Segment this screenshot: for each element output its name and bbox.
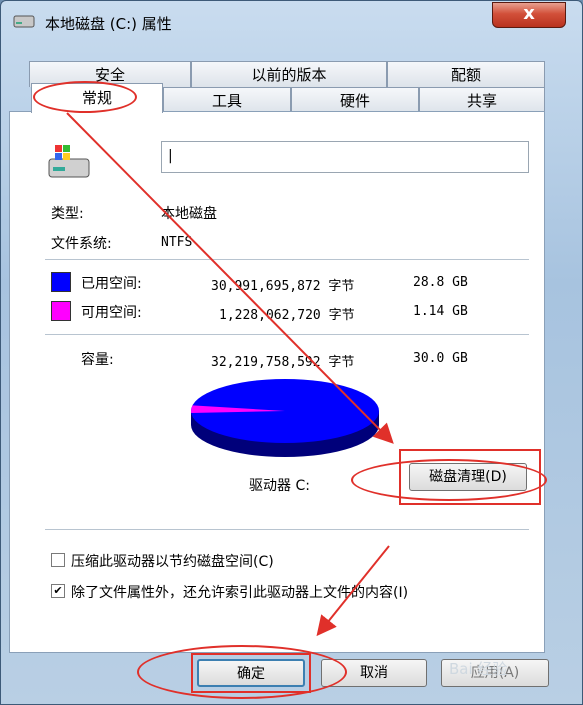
capacity-gb: 30.0 GB <box>413 351 468 366</box>
text-cursor: | <box>168 148 173 164</box>
tab-tools[interactable]: 工具 <box>163 87 291 113</box>
free-space-bytes: 1,228,062,720 字节 <box>219 308 355 323</box>
separator <box>45 259 529 260</box>
tab-label: 共享 <box>466 92 497 110</box>
tab-hardware[interactable]: 硬件 <box>291 87 419 113</box>
annotation-rect-cleanup <box>399 449 541 505</box>
filesystem-label: 文件系统: <box>51 236 112 252</box>
tab-quota[interactable]: 配额 <box>387 61 545 87</box>
index-label: 除了文件属性外，还允许索引此驱动器上文件的内容(I) <box>71 585 409 601</box>
compress-label: 压缩此驱动器以节约磁盘空间(C) <box>71 554 274 570</box>
type-label: 类型: <box>51 206 84 222</box>
tab-label: 工具 <box>211 92 242 110</box>
tab-label: 以前的版本 <box>251 66 327 84</box>
used-space-label: 已用空间: <box>81 276 142 292</box>
compress-checkbox[interactable] <box>51 553 65 567</box>
drive-large-icon <box>48 145 90 178</box>
annotation-circle-general-tab <box>33 81 137 113</box>
watermark-text: Bai 经验 <box>449 660 508 678</box>
tab-label: 硬件 <box>339 92 370 110</box>
filesystem-value: NTFS <box>161 235 193 250</box>
usage-pie-chart <box>191 379 379 457</box>
used-space-bytes: 30,991,695,872 字节 <box>211 279 355 294</box>
close-button[interactable]: x <box>492 2 566 28</box>
index-checkbox[interactable]: ✔ <box>51 584 65 598</box>
tab-previous-versions[interactable]: 以前的版本 <box>191 61 387 87</box>
window-title: 本地磁盘 (C:) 属性 <box>45 15 172 33</box>
close-icon: x <box>523 3 535 24</box>
free-color-swatch <box>51 301 71 321</box>
drive-letter-label: 驱动器 C: <box>249 478 310 494</box>
title-bar[interactable]: 本地磁盘 (C:) 属性 x <box>1 1 582 43</box>
capacity-label: 容量: <box>81 352 114 368</box>
separator <box>45 529 529 530</box>
free-space-label: 可用空间: <box>81 305 142 321</box>
checkmark-icon: ✔ <box>53 584 63 597</box>
capacity-bytes: 32,219,758,592 字节 <box>211 355 355 370</box>
separator <box>45 334 529 335</box>
button-label: 取消 <box>360 665 388 681</box>
drive-icon <box>13 15 35 28</box>
tab-sharing[interactable]: 共享 <box>419 87 545 113</box>
drive-name-input[interactable]: | <box>161 141 529 173</box>
free-space-gb: 1.14 GB <box>413 304 468 319</box>
tab-label: 配额 <box>450 66 481 84</box>
annotation-rect-ok <box>191 653 311 693</box>
properties-window: 本地磁盘 (C:) 属性 x 安全 以前的版本 配额 工具 硬件 共享 常规 |… <box>0 0 583 705</box>
used-color-swatch <box>51 272 71 292</box>
used-space-gb: 28.8 GB <box>413 275 468 290</box>
type-value: 本地磁盘 <box>161 206 217 222</box>
